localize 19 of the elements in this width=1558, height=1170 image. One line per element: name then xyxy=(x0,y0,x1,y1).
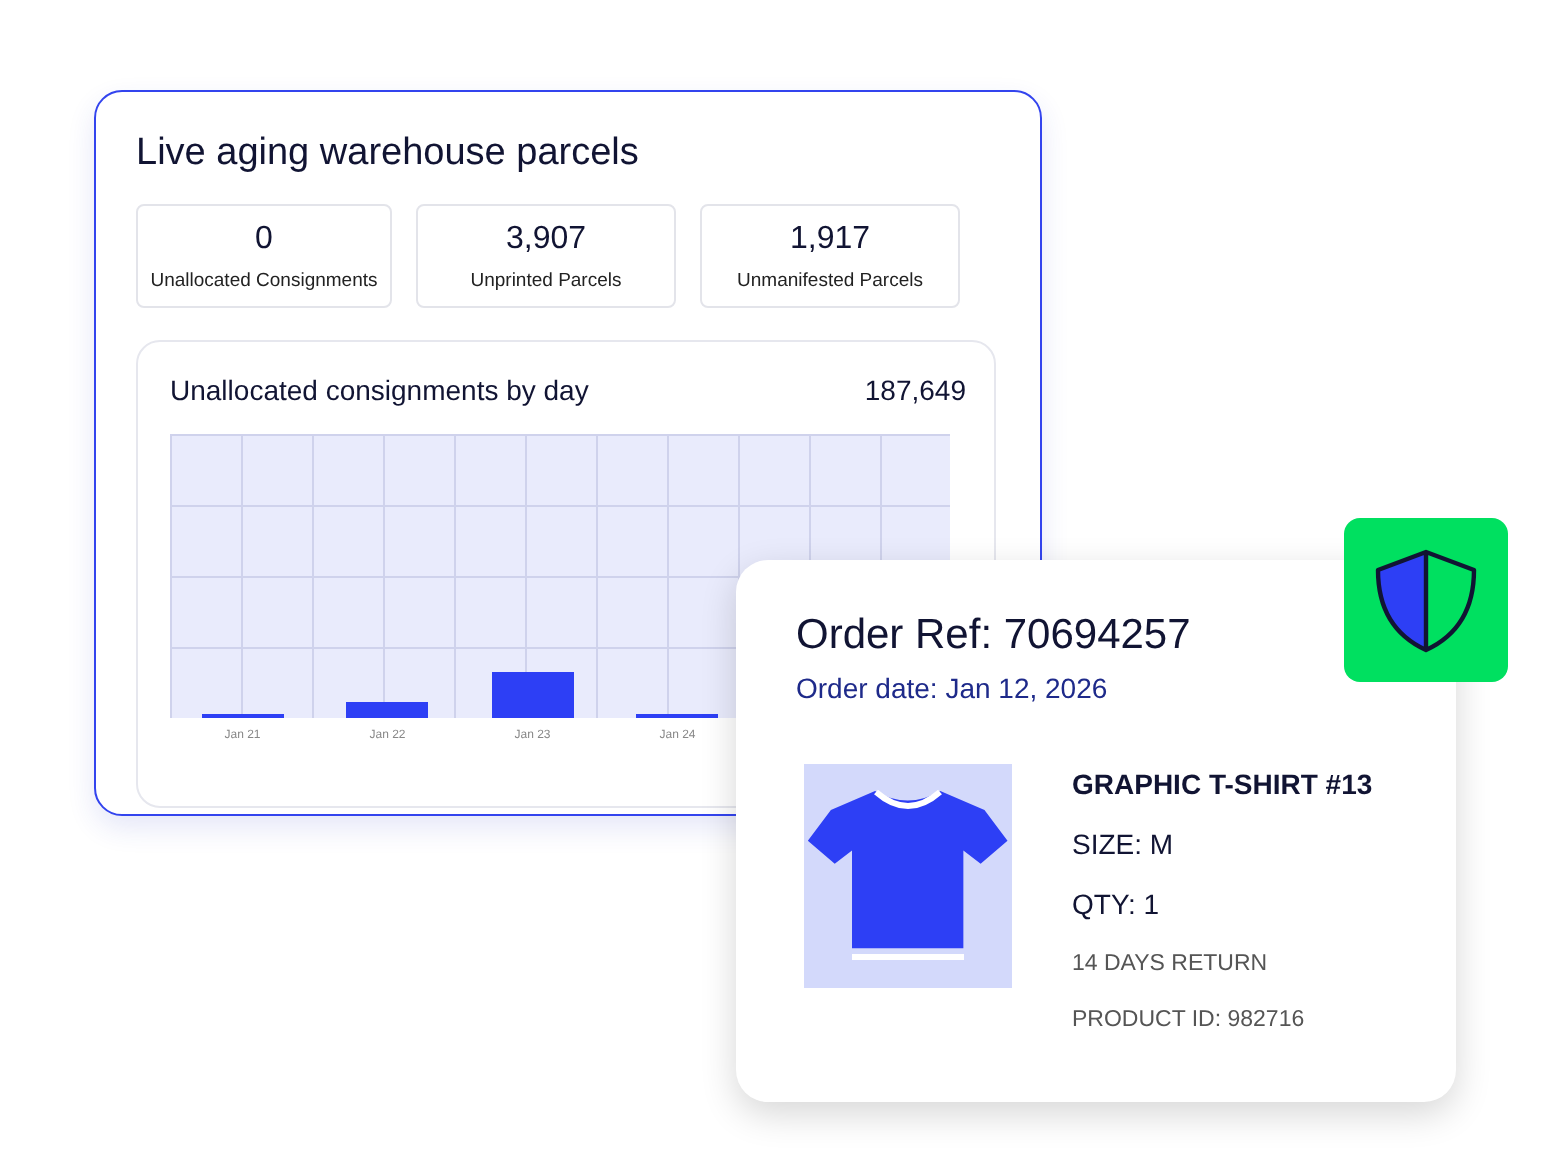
stat-value: 0 xyxy=(255,221,273,257)
chart-total: 187,649 xyxy=(864,374,966,406)
stat-label: Unallocated Consignments xyxy=(150,269,378,291)
product-qty: QTY: 1 xyxy=(1072,888,1160,920)
shield-icon xyxy=(1344,518,1508,682)
stat-value: 3,907 xyxy=(505,221,587,257)
bar xyxy=(491,672,574,718)
bar xyxy=(346,702,429,718)
dashboard-title: Live aging warehouse parcels xyxy=(136,132,641,176)
stat-value: 1,917 xyxy=(789,221,871,257)
chart-title: Unallocated consignments by day xyxy=(170,374,589,406)
product-size: SIZE: M xyxy=(1072,828,1174,860)
product-id: PRODUCT ID: 982716 xyxy=(1072,1008,1305,1032)
product-name: GRAPHIC T-SHIRT #13 xyxy=(1072,768,1373,800)
order-date: Order date: Jan 12, 2026 xyxy=(796,672,1110,704)
stat-label: Unprinted Parcels xyxy=(470,269,622,291)
order-ref: Order Ref: 70694257 xyxy=(796,612,1193,660)
stat-label: Unmanifested Parcels xyxy=(737,269,923,291)
return-policy: 14 DAYS RETURN xyxy=(1072,952,1268,976)
